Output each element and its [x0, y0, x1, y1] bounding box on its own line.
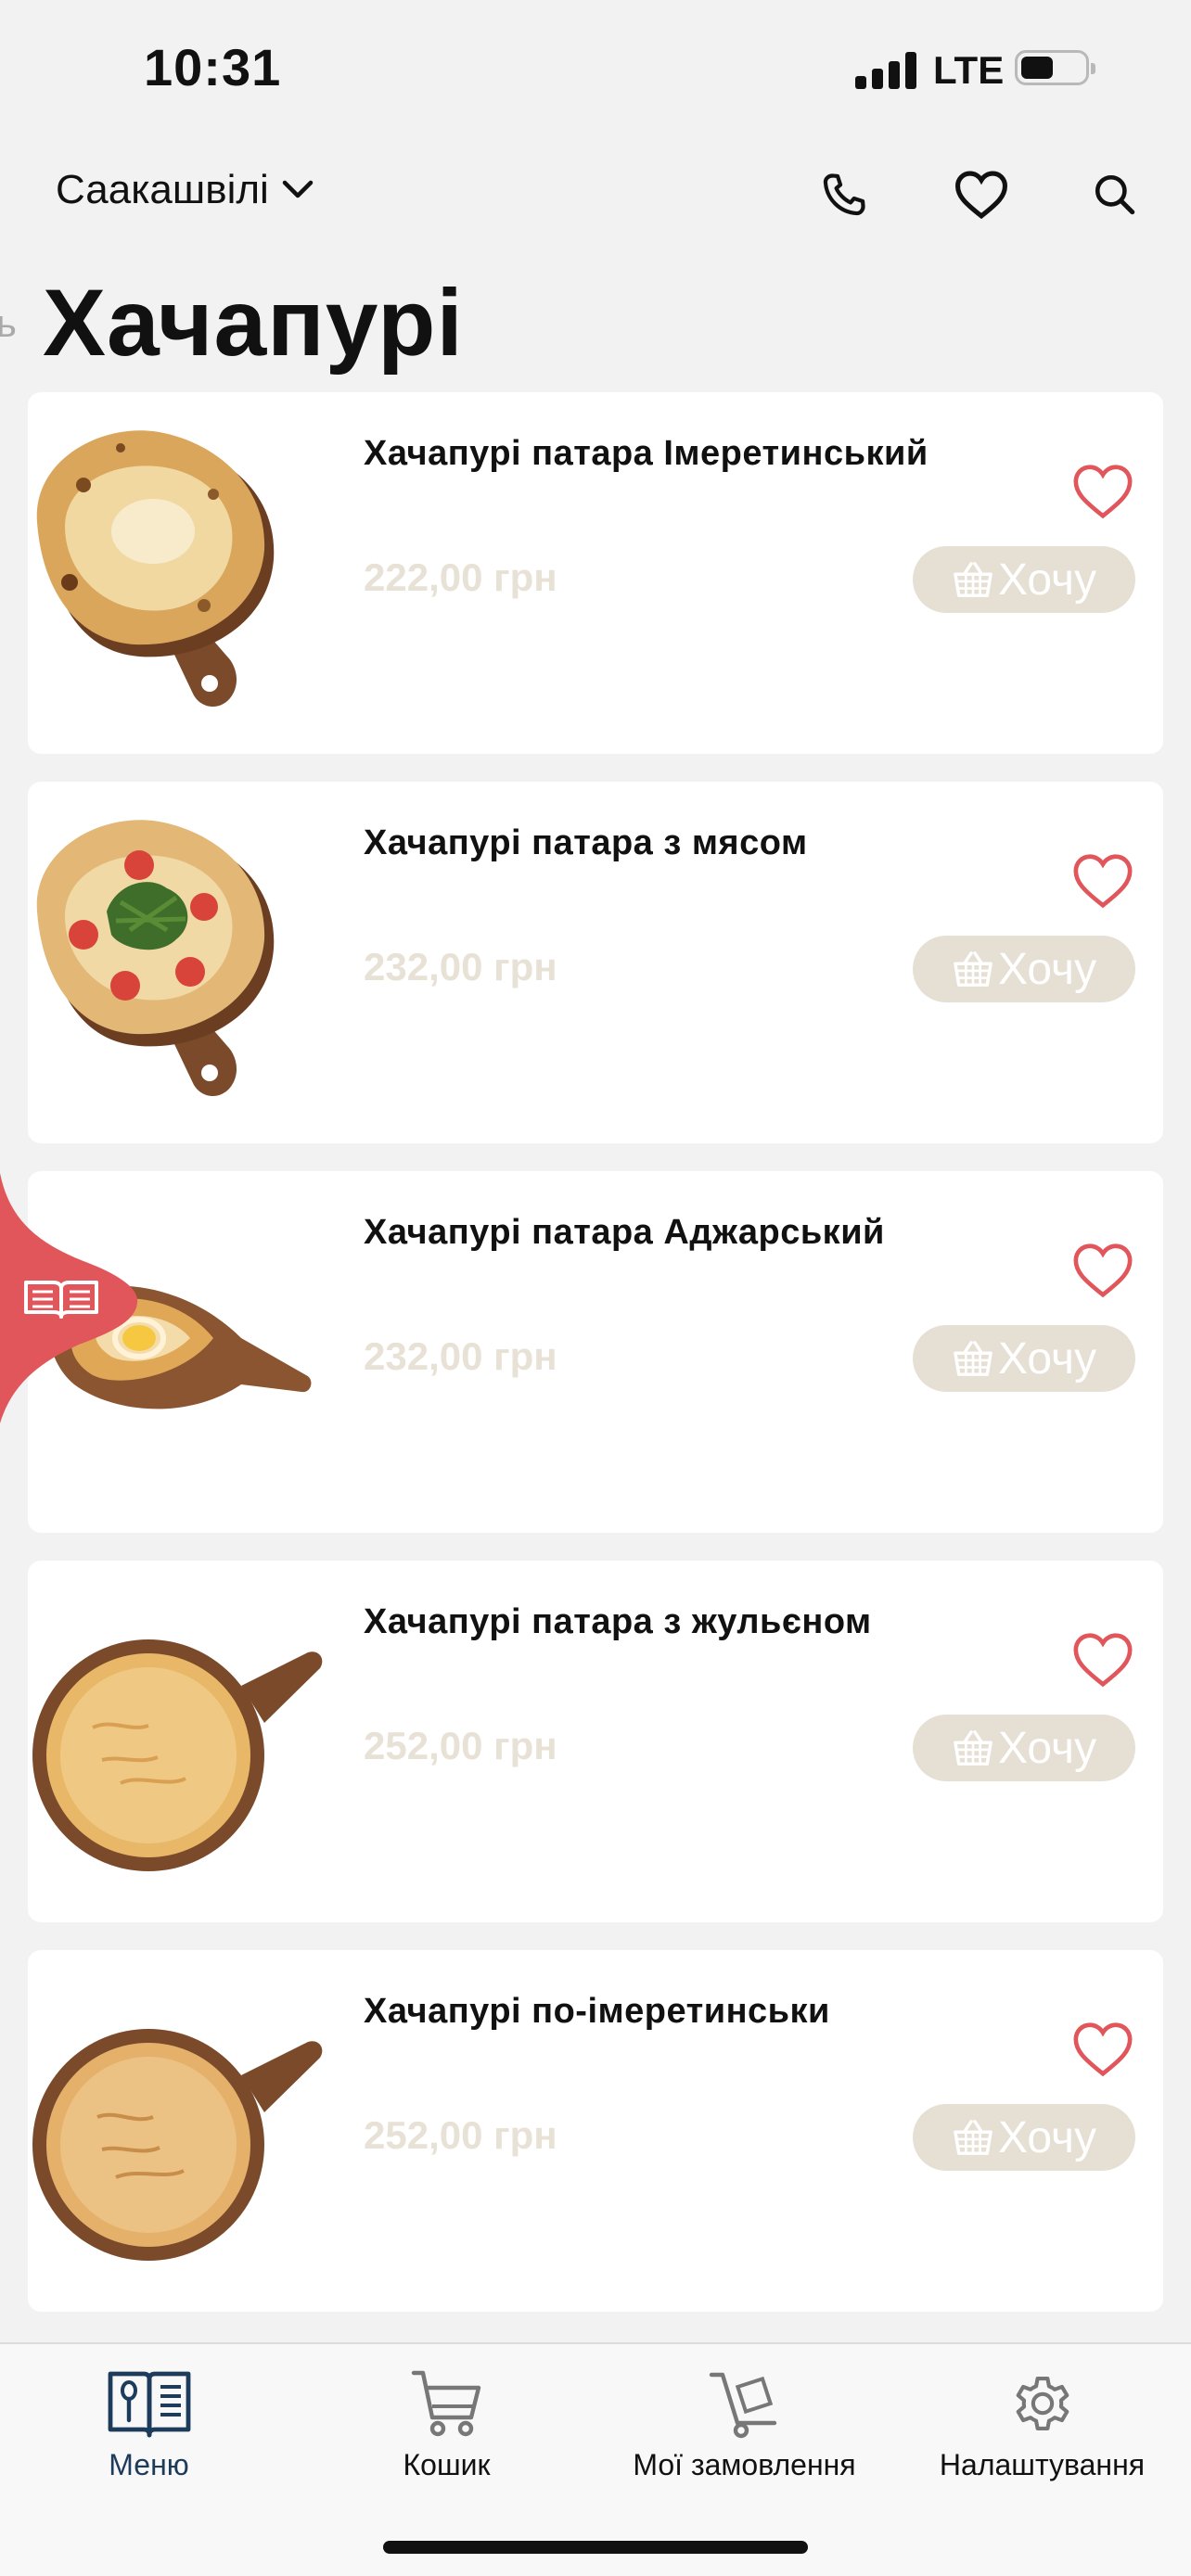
app-screen: 10:31 LTE Саакашвілі ь Хачапурі Хачапурі… — [0, 0, 1191, 2576]
tab-menu[interactable]: Меню — [0, 2363, 298, 2502]
favorites-button[interactable] — [952, 165, 1011, 224]
product-price: 252,00 грн — [364, 2113, 557, 2157]
menu-book-icon — [108, 2371, 190, 2438]
tab-orders[interactable]: Мої замовлення — [596, 2363, 893, 2502]
tab-label: Меню — [109, 2448, 189, 2481]
product-name: Хачапурі патара з мясом — [364, 823, 808, 862]
basket-icon — [954, 1341, 992, 1376]
product-price: 232,00 грн — [364, 945, 557, 988]
add-to-cart-label: Хочу — [997, 944, 1097, 994]
product-price: 232,00 грн — [364, 1334, 557, 1378]
add-to-cart-label: Хочу — [997, 2112, 1097, 2162]
heart-icon[interactable] — [1070, 1238, 1135, 1303]
product-card[interactable]: Хачапурі патара з мясом 232,00 грн Хочу — [28, 782, 1163, 1143]
basket-icon — [954, 562, 992, 597]
product-image — [32, 1639, 323, 1871]
tab-cart[interactable]: Кошик — [298, 2363, 596, 2502]
search-icon — [1095, 174, 1135, 215]
tab-label: Налаштування — [939, 2448, 1146, 2481]
basket-icon — [954, 2120, 992, 2155]
product-name: Хачапурі патара з жульєном — [364, 1602, 872, 1641]
product-price: 252,00 грн — [364, 1724, 557, 1767]
product-name: Хачапурі по-імеретинськи — [364, 1992, 830, 2031]
page-title: Хачапурі — [43, 270, 464, 376]
product-name: Хачапурі патара Аджарський — [364, 1213, 885, 1252]
tab-label: Кошик — [403, 2448, 491, 2481]
add-to-cart-label: Хочу — [997, 1333, 1097, 1384]
product-card[interactable]: Хачапурі патара Імеретинський 222,00 грн… — [28, 392, 1163, 754]
heart-icon[interactable] — [1070, 1627, 1135, 1692]
tab-settings[interactable]: Налаштування — [893, 2363, 1191, 2502]
cart-icon — [411, 2370, 480, 2437]
city-selector[interactable]: Саакашвілі — [56, 167, 314, 213]
battery-icon — [1015, 50, 1095, 85]
add-to-cart-button[interactable]: Хочу — [913, 1715, 1135, 1781]
basket-icon — [954, 1730, 992, 1766]
status-bar: 10:31 LTE — [0, 0, 1191, 139]
add-to-cart-button[interactable]: Хочу — [913, 1325, 1135, 1392]
top-nav: Саакашвілі — [0, 148, 1191, 241]
tab-bar: Меню Кошик Мої замовлення Налаштування — [0, 2342, 1191, 2576]
chevron-down-icon — [282, 180, 314, 198]
basket-icon — [954, 951, 992, 987]
product-card[interactable]: Хачапурі патара з жульєном 252,00 грн Хо… — [28, 1561, 1163, 1922]
add-to-cart-button[interactable]: Хочу — [913, 936, 1135, 1002]
product-price: 222,00 грн — [364, 555, 557, 599]
city-label: Саакашвілі — [56, 167, 269, 212]
product-card[interactable]: Хачапурі по-імеретинськи 252,00 грн Хочу — [28, 1950, 1163, 2312]
phone-button[interactable] — [814, 165, 874, 224]
phone-icon — [823, 173, 865, 216]
network-label: LTE — [933, 48, 1005, 92]
product-list: Хачапурі патара Імеретинський 222,00 грн… — [28, 392, 1163, 2340]
hand-truck-icon — [709, 2372, 776, 2439]
gear-icon — [1016, 2377, 1069, 2430]
heart-icon[interactable] — [1070, 848, 1135, 913]
heart-icon — [954, 171, 1008, 220]
home-indicator — [383, 2541, 808, 2554]
edge-glyph: ь — [0, 301, 17, 345]
status-time: 10:31 — [144, 38, 282, 96]
product-name: Хачапурі патара Імеретинський — [364, 434, 928, 473]
product-image — [32, 2029, 323, 2261]
add-to-cart-label: Хочу — [997, 1723, 1097, 1773]
add-to-cart-button[interactable]: Хочу — [913, 546, 1135, 613]
product-image — [36, 820, 275, 1097]
search-button[interactable] — [1085, 165, 1145, 224]
product-image — [36, 430, 275, 708]
heart-icon[interactable] — [1070, 2017, 1135, 2082]
heart-icon[interactable] — [1070, 459, 1135, 524]
product-card[interactable]: Хачапурі патара Аджарський 232,00 грн Хо… — [28, 1171, 1163, 1533]
add-to-cart-button[interactable]: Хочу — [913, 2104, 1135, 2171]
floating-menu-button[interactable] — [0, 1173, 139, 1423]
signal-icon — [855, 52, 922, 89]
add-to-cart-label: Хочу — [997, 555, 1097, 605]
tab-label: Мої замовлення — [633, 2448, 856, 2481]
